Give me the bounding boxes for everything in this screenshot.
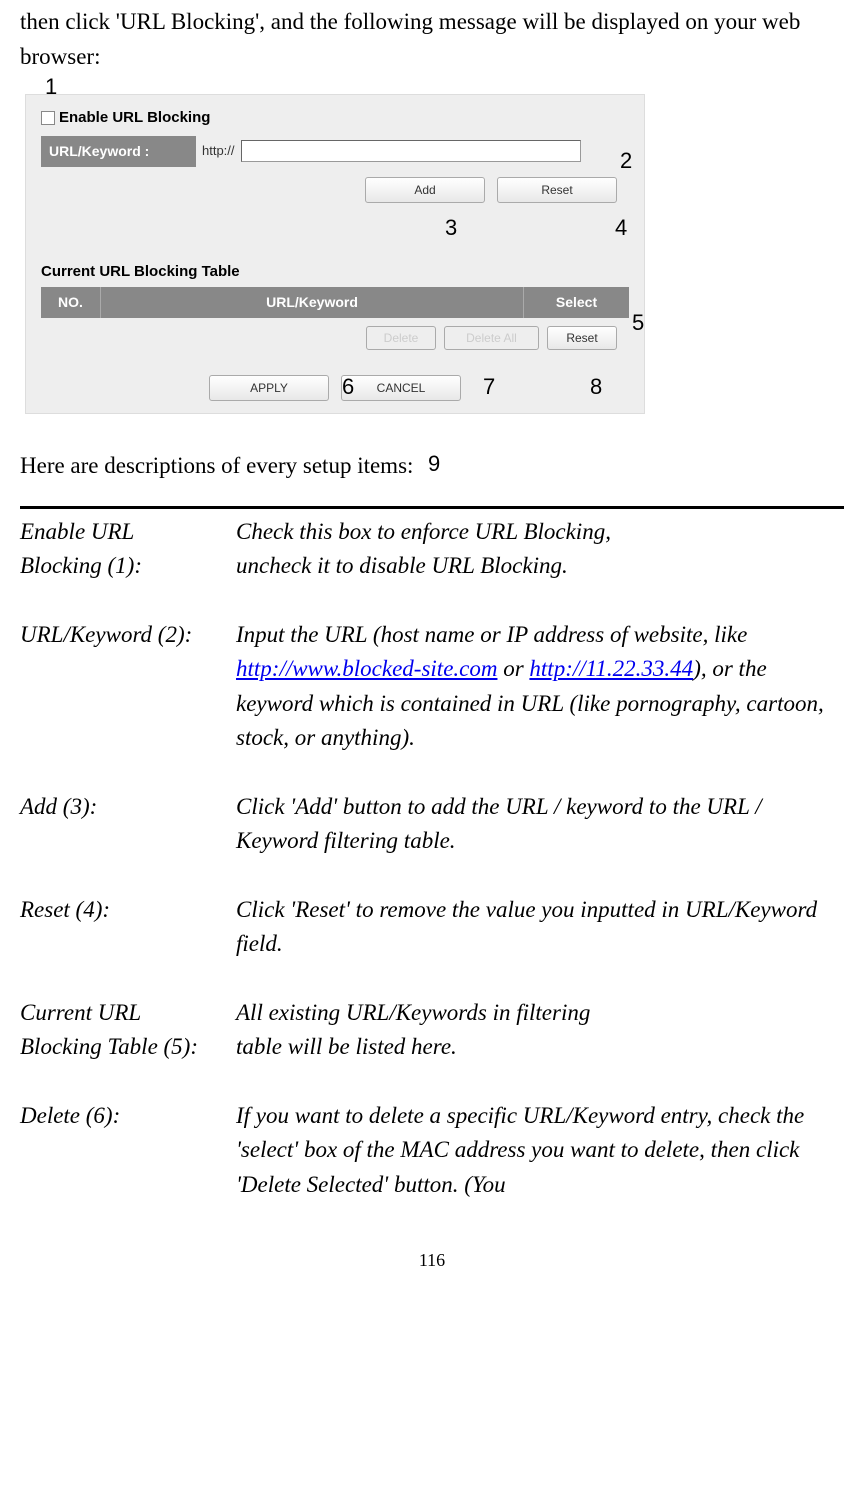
annotation-9: 9 <box>428 447 440 480</box>
page-number: 116 <box>20 1247 844 1274</box>
item-desc: All existing URL/Keywords in filtering <box>236 996 844 1031</box>
enable-url-blocking-label: Enable URL Blocking <box>59 107 210 130</box>
th-no: NO. <box>41 287 101 318</box>
reset-button[interactable]: Reset <box>497 177 617 203</box>
item-label: Reset (4): <box>20 893 236 962</box>
annotation-5: 5 <box>632 306 644 339</box>
item-desc: Check this box to enforce URL Blocking, <box>236 515 844 550</box>
example-link-2[interactable]: http://11.22.33.44 <box>529 656 693 681</box>
delete-button[interactable]: Delete <box>366 326 436 350</box>
screenshot-container: 1 2 3 4 5 6 7 8 9 Enable URL Blocking UR… <box>20 94 844 414</box>
descriptions-table: Enable URL Check this box to enforce URL… <box>20 515 844 1203</box>
annotation-6: 6 <box>342 370 354 403</box>
annotation-7: 7 <box>483 370 495 403</box>
horizontal-divider <box>20 506 844 509</box>
url-keyword-input[interactable] <box>241 140 581 162</box>
item-label: Blocking (1): <box>20 549 236 584</box>
add-button[interactable]: Add <box>365 177 485 203</box>
delete-all-button[interactable]: Delete All <box>444 326 539 350</box>
enable-url-blocking-checkbox[interactable] <box>41 111 55 125</box>
annotation-3: 3 <box>445 211 457 244</box>
annotation-1: 1 <box>45 70 57 103</box>
current-table-title: Current URL Blocking Table <box>41 261 629 284</box>
cancel-button[interactable]: CANCEL <box>341 375 461 401</box>
table-header-row: NO. URL/Keyword Select <box>41 287 629 318</box>
intro-paragraph: then click 'URL Blocking', and the follo… <box>20 5 844 74</box>
item-label: Current URL <box>20 996 236 1031</box>
item-label: Enable URL <box>20 515 236 550</box>
url-keyword-field-label: URL/Keyword : <box>41 136 196 167</box>
reset-table-button[interactable]: Reset <box>547 326 617 350</box>
example-link-1[interactable]: http://www.blocked-site.com <box>236 656 497 681</box>
item-label: Blocking Table (5): <box>20 1030 236 1065</box>
url-blocking-panel: Enable URL Blocking URL/Keyword : http:/… <box>25 94 645 414</box>
th-url-keyword: URL/Keyword <box>101 287 524 318</box>
annotation-4: 4 <box>615 211 627 244</box>
item-desc: If you want to delete a specific URL/Key… <box>236 1099 844 1203</box>
item-desc: Click 'Reset' to remove the value you in… <box>236 893 844 962</box>
item-desc: table will be listed here. <box>236 1030 844 1065</box>
item-desc: uncheck it to disable URL Blocking. <box>236 549 844 584</box>
item-label: Add (3): <box>20 790 236 859</box>
http-prefix-label: http:// <box>196 141 241 161</box>
item-label: Delete (6): <box>20 1099 236 1203</box>
annotation-8: 8 <box>590 370 602 403</box>
annotation-2: 2 <box>620 144 632 177</box>
item-desc: Input the URL (host name or IP address o… <box>236 618 844 756</box>
apply-button[interactable]: APPLY <box>209 375 329 401</box>
item-label: URL/Keyword (2): <box>20 618 236 756</box>
th-select: Select <box>524 287 629 318</box>
item-desc: Click 'Add' button to add the URL / keyw… <box>236 790 844 859</box>
